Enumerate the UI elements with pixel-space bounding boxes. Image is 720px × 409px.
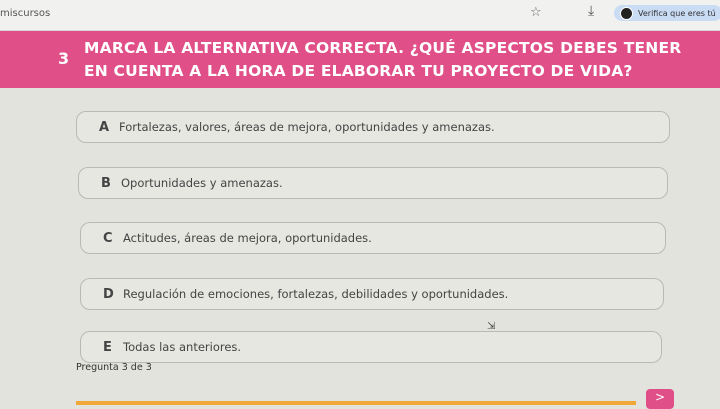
option-text: Regulación de emociones, fortalezas, deb… (123, 287, 509, 301)
option-letter: B (101, 175, 111, 191)
option-b[interactable]: B Oportunidades y amenazas. (78, 167, 668, 199)
option-e[interactable]: E Todas las anteriores. (80, 331, 662, 363)
next-button[interactable]: > (646, 389, 674, 409)
download-icon[interactable]: ⤓ (588, 3, 594, 19)
option-letter: C (103, 230, 113, 246)
option-letter: E (103, 339, 112, 355)
option-text: Todas las anteriores. (123, 340, 242, 354)
mouse-cursor-icon: ⇲ (487, 321, 496, 332)
progress-fill (76, 401, 636, 405)
question-number: 3 (58, 49, 70, 68)
option-c[interactable]: C Actitudes, áreas de mejora, oportunida… (80, 222, 666, 254)
question-banner: 3 MARCA LA ALTERNATIVA CORRECTA. ¿QUÉ AS… (0, 31, 720, 88)
address-bar[interactable]: miscursos (0, 8, 50, 19)
progress-label: Pregunta 3 de 3 (76, 362, 152, 373)
extension-icon (620, 6, 633, 20)
star-icon[interactable]: ☆ (530, 5, 542, 20)
browser-toolbar: miscursos ☆ ⤓ Verifica que eres tú (0, 0, 720, 31)
option-text: Oportunidades y amenazas. (121, 176, 283, 190)
verification-label: Verifica que eres tú (638, 8, 716, 18)
verification-badge[interactable]: Verifica que eres tú (614, 5, 720, 21)
option-letter: D (103, 286, 114, 302)
progress-bar (76, 401, 636, 405)
option-text: Actitudes, áreas de mejora, oportunidade… (123, 231, 372, 245)
option-letter: A (99, 119, 110, 135)
option-a[interactable]: A Fortalezas, valores, áreas de mejora, … (76, 111, 670, 143)
option-d[interactable]: D Regulación de emociones, fortalezas, d… (80, 278, 664, 310)
question-text: MARCA LA ALTERNATIVA CORRECTA. ¿QUÉ ASPE… (84, 39, 682, 80)
option-text: Fortalezas, valores, áreas de mejora, op… (119, 120, 495, 134)
